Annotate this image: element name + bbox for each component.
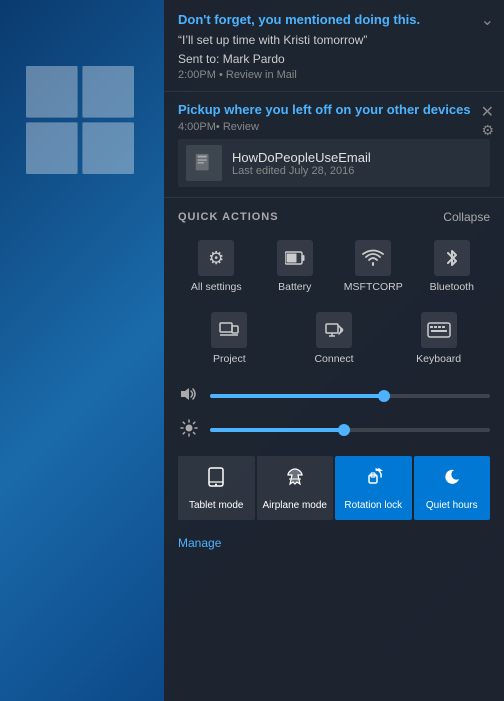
- notif2-settings-icon[interactable]: ⚙: [481, 122, 494, 139]
- settings-icon: ⚙: [198, 240, 234, 276]
- action-project[interactable]: Project: [178, 304, 281, 372]
- notif1-sent-to: Sent to: Mark Pardo: [178, 51, 490, 68]
- volume-fill: [210, 394, 384, 398]
- notif1-close-button[interactable]: ⌄: [481, 10, 494, 30]
- bluetooth-label: Bluetooth: [430, 281, 474, 294]
- volume-icon: [178, 386, 200, 407]
- tile-airplane-mode[interactable]: Airplane mode: [257, 456, 334, 520]
- action-battery[interactable]: Battery: [257, 232, 334, 300]
- quick-actions-row2: Project Connect: [164, 304, 504, 372]
- quiet-hours-icon: [441, 466, 463, 494]
- action-msftcorp[interactable]: MSFTCORP: [335, 232, 412, 300]
- rotation-lock-label: Rotation lock: [344, 499, 402, 512]
- notif1-subtitle: “I’ll set up time with Kristi tomorrow”: [178, 32, 490, 49]
- notif2-title: Pickup where you left off on your other …: [178, 102, 490, 117]
- keyboard-label: Keyboard: [416, 353, 461, 366]
- quick-actions-row1: ⚙ All settings Battery: [164, 232, 504, 300]
- volume-slider-row: [164, 380, 504, 413]
- rotation-lock-icon: [362, 466, 384, 494]
- notif2-card-sub: Last edited July 28, 2016: [232, 165, 371, 177]
- action-center-panel: Don't forget, you mentioned doing this. …: [164, 0, 504, 701]
- project-label: Project: [213, 353, 246, 366]
- quick-actions-header: QUICK ACTIONS Collapse: [164, 198, 504, 232]
- airplane-mode-label: Airplane mode: [263, 499, 327, 512]
- keyboard-icon: [421, 312, 457, 348]
- notif1-title: Don't forget, you mentioned doing this.: [178, 12, 490, 29]
- brightness-thumb[interactable]: [338, 424, 350, 436]
- notification-1: Don't forget, you mentioned doing this. …: [164, 0, 504, 92]
- battery-label: Battery: [278, 281, 311, 294]
- notif2-meta: 4:00PM• Review: [178, 121, 490, 133]
- action-connect[interactable]: Connect: [283, 304, 386, 372]
- bluetooth-icon: [434, 240, 470, 276]
- connect-icon: [316, 312, 352, 348]
- wifi-icon: [355, 240, 391, 276]
- tile-quiet-hours[interactable]: Quiet hours: [414, 456, 491, 520]
- notif2-card[interactable]: HowDoPeopleUseEmail Last edited July 28,…: [178, 139, 490, 187]
- volume-thumb[interactable]: [378, 390, 390, 402]
- tile-tablet-mode[interactable]: Tablet mode: [178, 456, 255, 520]
- manage-link[interactable]: Manage: [178, 536, 221, 550]
- quiet-hours-label: Quiet hours: [426, 499, 478, 512]
- tile-rotation-lock[interactable]: Rotation lock: [335, 456, 412, 520]
- notification-2: Pickup where you left off on your other …: [164, 92, 504, 198]
- volume-track[interactable]: [210, 394, 490, 398]
- airplane-icon: [284, 466, 306, 494]
- brightness-track[interactable]: [210, 428, 490, 432]
- action-keyboard[interactable]: Keyboard: [387, 304, 490, 372]
- collapse-button[interactable]: Collapse: [443, 210, 490, 224]
- action-all-settings[interactable]: ⚙ All settings: [178, 232, 255, 300]
- action-bluetooth[interactable]: Bluetooth: [414, 232, 491, 300]
- connect-label: Connect: [314, 353, 353, 366]
- quick-actions-label: QUICK ACTIONS: [178, 211, 279, 223]
- notif2-card-icon: [186, 145, 222, 181]
- tiles-row: Tablet mode Airplane mode Ro: [164, 448, 504, 524]
- notif2-card-title: HowDoPeopleUseEmail: [232, 150, 371, 165]
- brightness-fill: [210, 428, 344, 432]
- notif2-close-button[interactable]: ✕: [481, 102, 494, 122]
- manage-row: Manage: [164, 524, 504, 562]
- tablet-mode-icon: [205, 466, 227, 494]
- brightness-slider-row: [164, 413, 504, 448]
- project-icon: [211, 312, 247, 348]
- all-settings-label: All settings: [191, 281, 242, 294]
- notif1-meta: 2:00PM • Review in Mail: [178, 69, 490, 81]
- tablet-mode-label: Tablet mode: [189, 499, 243, 512]
- battery-icon: [277, 240, 313, 276]
- msftcorp-label: MSFTCORP: [344, 281, 403, 294]
- brightness-icon: [178, 419, 200, 442]
- windows-logo: [20, 60, 140, 180]
- notif2-card-text: HowDoPeopleUseEmail Last edited July 28,…: [232, 150, 371, 177]
